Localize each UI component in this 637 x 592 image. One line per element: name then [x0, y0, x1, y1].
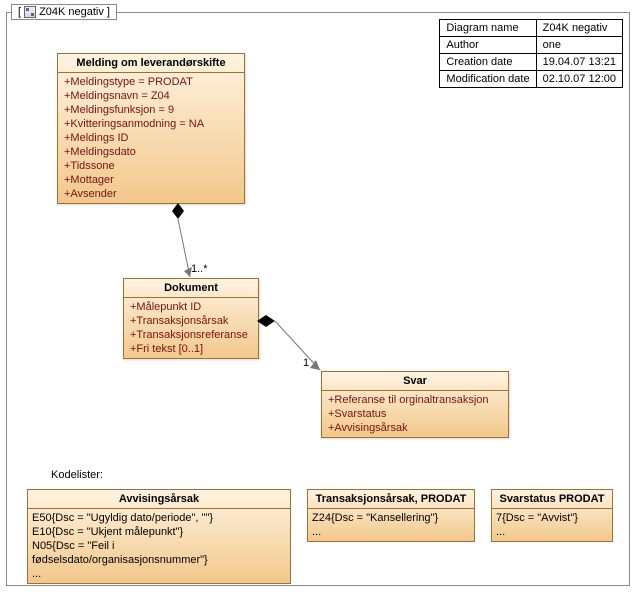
diagram-frame: [ Z04K negativ ] Diagram nameZ04K negati…	[6, 12, 630, 586]
class-attr: +Kvitteringsanmodning = NA	[62, 117, 240, 131]
meta-row: Authorone	[440, 37, 623, 54]
frame-title-tab: [ Z04K negativ ]	[11, 4, 117, 20]
metadata-table: Diagram nameZ04K negativ Authorone Creat…	[439, 19, 623, 88]
class-attr: +Meldingsdato	[62, 145, 240, 159]
codebox-body: 7{Dsc = "Avvist"} ...	[492, 509, 612, 541]
class-melding: Melding om leverandørskifte +Meldingstyp…	[57, 53, 245, 204]
multiplicity-svar: 1	[303, 357, 309, 369]
meta-val: 02.10.07 12:00	[536, 71, 622, 88]
class-attr: +Transaksjonsårsak	[128, 314, 254, 328]
codebox-title: Transaksjonsårsak, PRODAT	[308, 490, 474, 509]
codebox-avvising: Avvisingsårsak E50{Dsc = "Ugyldig dato/p…	[27, 489, 291, 584]
class-title: Dokument	[124, 279, 258, 298]
class-attr: +Mottager	[62, 173, 240, 187]
class-attr: +Svarstatus	[326, 407, 504, 421]
class-attr: +Transaksjonsreferanse	[128, 328, 254, 342]
meta-row: Diagram nameZ04K negativ	[440, 20, 623, 37]
codebox-body: E50{Dsc = "Ugyldig dato/periode", ""} E1…	[28, 509, 290, 583]
codebox-line: 7{Dsc = "Avvist"}	[496, 511, 608, 525]
frame-bracket-open: [	[18, 6, 21, 18]
codebox-title: Avvisingsårsak	[28, 490, 290, 509]
class-attr: +Avvisingsårsak	[326, 421, 504, 435]
package-icon	[24, 6, 36, 18]
class-title: Svar	[322, 372, 508, 391]
codebox-line: ...	[312, 525, 470, 539]
codebox-line: Z24{Dsc = "Kansellering"}	[312, 511, 470, 525]
class-attr: +Tidssone	[62, 159, 240, 173]
class-body: +Meldingstype = PRODAT +Meldingsnavn = Z…	[58, 73, 244, 203]
meta-key: Author	[440, 37, 536, 54]
meta-key: Modification date	[440, 71, 536, 88]
class-attr: +Fri tekst [0..1]	[128, 342, 254, 356]
codebox-line: E50{Dsc = "Ugyldig dato/periode", ""}	[32, 511, 286, 525]
meta-key: Creation date	[440, 54, 536, 71]
codebox-line: N05{Dsc = "Feil i fødselsdato/organisasj…	[32, 539, 286, 567]
class-body: +Målepunkt ID +Transaksjonsårsak +Transa…	[124, 298, 258, 358]
codebox-line: ...	[32, 567, 286, 581]
meta-row: Modification date02.10.07 12:00	[440, 71, 623, 88]
class-attr: +Referanse til orginaltransaksjon	[326, 393, 504, 407]
codebox-title: Svarstatus PRODAT	[492, 490, 612, 509]
kodelist-label: Kodelister:	[51, 469, 103, 481]
class-body: +Referanse til orginaltransaksjon +Svars…	[322, 391, 508, 437]
class-attr: +Meldingsfunksjon = 9	[62, 103, 240, 117]
frame-title: Z04K negativ	[39, 6, 104, 18]
codebox-line: E10{Dsc = "Ukjent målepunkt"}	[32, 525, 286, 539]
meta-row: Creation date19.04.07 13:21	[440, 54, 623, 71]
codebox-body: Z24{Dsc = "Kansellering"} ...	[308, 509, 474, 541]
class-attr: +Målepunkt ID	[128, 300, 254, 314]
class-attr: +Meldingstype = PRODAT	[62, 75, 240, 89]
diagram-canvas: [ Z04K negativ ] Diagram nameZ04K negati…	[0, 0, 637, 592]
meta-val: 19.04.07 13:21	[536, 54, 622, 71]
meta-val: one	[536, 37, 622, 54]
class-attr: +Meldingsnavn = Z04	[62, 89, 240, 103]
codebox-svarstatus: Svarstatus PRODAT 7{Dsc = "Avvist"} ...	[491, 489, 613, 542]
class-attr: +Meldings ID	[62, 131, 240, 145]
multiplicity-dokument: 1..*	[191, 263, 208, 275]
class-attr: +Avsender	[62, 187, 240, 201]
class-dokument: Dokument +Målepunkt ID +Transaksjonsårsa…	[123, 278, 259, 359]
frame-bracket-close: ]	[107, 6, 110, 18]
meta-key: Diagram name	[440, 20, 536, 37]
class-svar: Svar +Referanse til orginaltransaksjon +…	[321, 371, 509, 438]
codebox-trans: Transaksjonsårsak, PRODAT Z24{Dsc = "Kan…	[307, 489, 475, 542]
class-title: Melding om leverandørskifte	[58, 54, 244, 73]
meta-val: Z04K negativ	[536, 20, 622, 37]
codebox-line: ...	[496, 525, 608, 539]
